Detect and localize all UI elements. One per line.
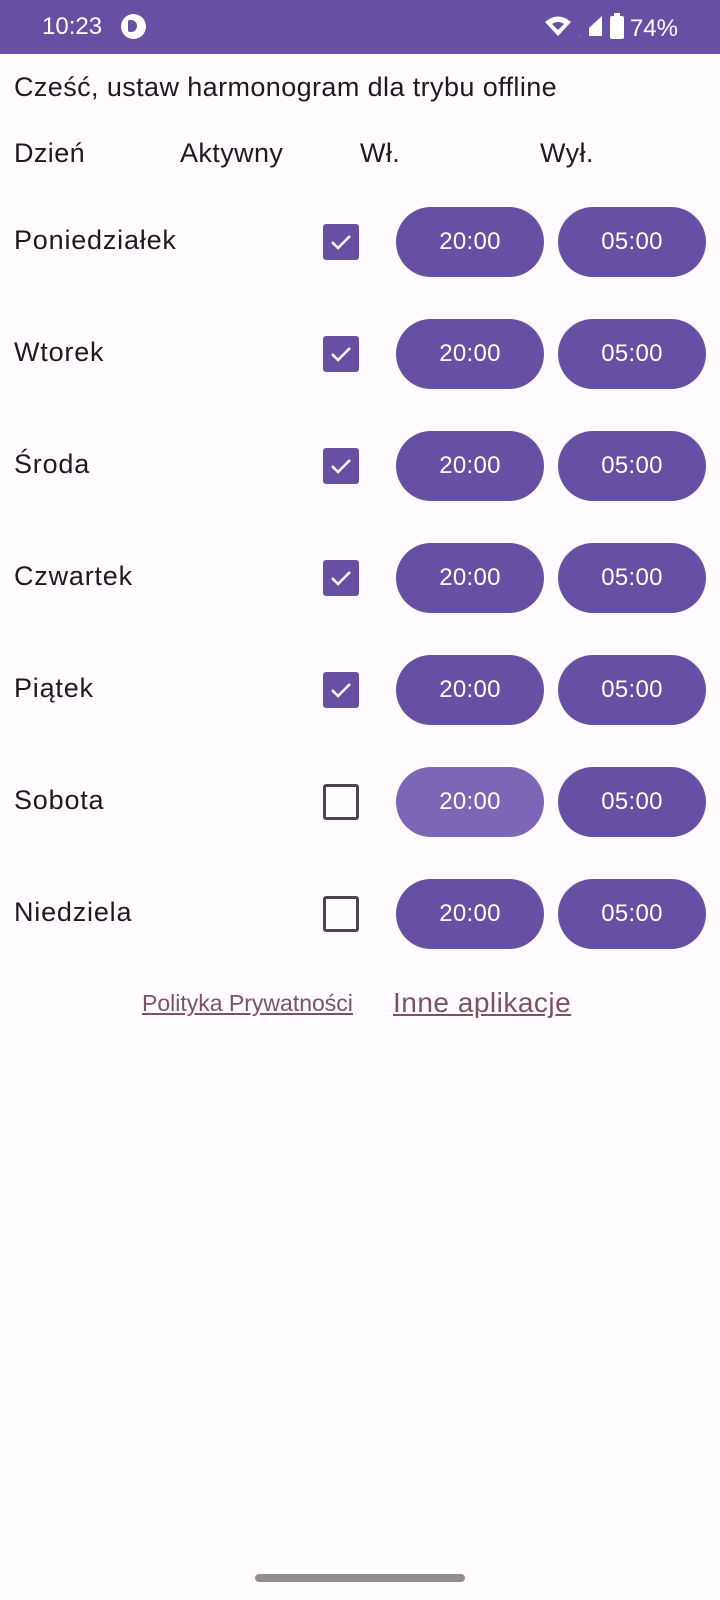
header-on: Wł.: [360, 138, 401, 168]
off-time-button[interactable]: 05:00: [558, 543, 706, 613]
on-time-button[interactable]: 20:00: [396, 207, 544, 277]
day-label: Środa: [14, 449, 91, 479]
off-time-button[interactable]: 05:00: [558, 207, 706, 277]
day-label: Wtorek: [14, 337, 105, 367]
day-row-wednesday: Środa 20:00 05:00: [0, 431, 720, 501]
day-label: Sobota: [14, 785, 105, 815]
active-checkbox[interactable]: [323, 448, 359, 484]
day-label: Niedziela: [14, 897, 133, 927]
day-row-friday: Piątek 20:00 05:00: [0, 655, 720, 725]
header-day: Dzień: [14, 138, 86, 168]
privacy-policy-link[interactable]: Polityka Prywatności: [142, 990, 353, 1017]
on-time-button[interactable]: 20:00: [396, 543, 544, 613]
active-checkbox[interactable]: [323, 896, 359, 932]
status-time: 10:23: [42, 13, 103, 40]
on-time-button[interactable]: 20:00: [396, 319, 544, 389]
signal-icon: [578, 14, 604, 43]
off-time-button[interactable]: 05:00: [558, 655, 706, 725]
on-time-button[interactable]: 20:00: [396, 655, 544, 725]
wifi-icon: [544, 14, 572, 43]
day-label: Piątek: [14, 673, 94, 703]
day-label: Poniedziałek: [14, 225, 177, 255]
active-checkbox[interactable]: [323, 672, 359, 708]
day-row-thursday: Czwartek 20:00 05:00: [0, 543, 720, 613]
other-apps-link[interactable]: Inne aplikacje: [393, 987, 571, 1019]
home-indicator[interactable]: [255, 1574, 465, 1582]
notification-app-icon: [121, 14, 146, 39]
active-checkbox[interactable]: [323, 224, 359, 260]
active-checkbox[interactable]: [323, 560, 359, 596]
status-bar: 10:23 74%: [0, 0, 720, 54]
on-time-button[interactable]: 20:00: [396, 431, 544, 501]
header-off: Wył.: [540, 138, 594, 168]
off-time-button[interactable]: 05:00: [558, 431, 706, 501]
status-icons: 74%: [544, 13, 678, 44]
active-checkbox[interactable]: [323, 784, 359, 820]
day-row-tuesday: Wtorek 20:00 05:00: [0, 319, 720, 389]
header-active: Aktywny: [180, 138, 284, 168]
greeting-text: Cześć, ustaw harmonogram dla trybu offli…: [14, 72, 558, 102]
day-label: Czwartek: [14, 561, 133, 591]
off-time-button[interactable]: 05:00: [558, 879, 706, 949]
off-time-button[interactable]: 05:00: [558, 319, 706, 389]
off-time-button[interactable]: 05:00: [558, 767, 706, 837]
on-time-button[interactable]: 20:00: [396, 879, 544, 949]
active-checkbox[interactable]: [323, 336, 359, 372]
battery-icon: [609, 13, 624, 44]
day-row-saturday: Sobota 20:00 05:00: [0, 767, 720, 837]
on-time-button[interactable]: 20:00: [396, 767, 544, 837]
day-row-sunday: Niedziela 20:00 05:00: [0, 879, 720, 949]
day-row-monday: Poniedziałek 20:00 05:00: [0, 207, 720, 277]
battery-percentage: 74%: [629, 14, 678, 42]
